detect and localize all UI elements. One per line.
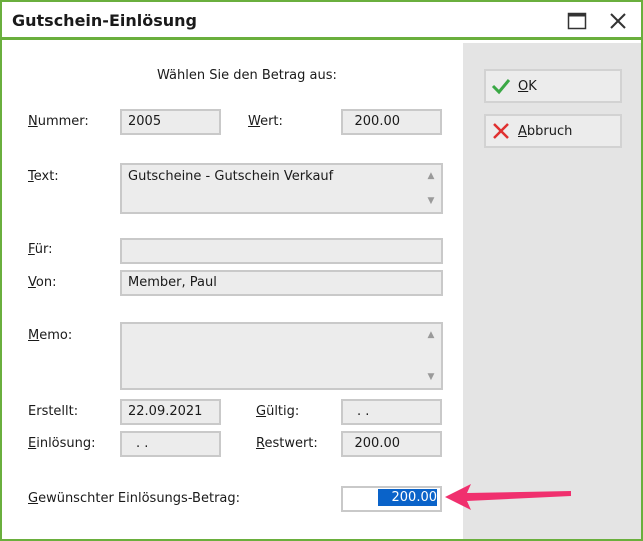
von-label-text: on:: [35, 275, 57, 290]
ok-button[interactable]: OK: [484, 69, 622, 103]
cancel-button-label: Abbruch: [518, 124, 572, 139]
nummer-field[interactable]: 2005: [120, 109, 221, 135]
text-area-scrollbar[interactable]: ▲ ▼: [423, 167, 439, 210]
cancel-x-icon: [490, 120, 512, 142]
text-label: Text:: [28, 169, 59, 184]
pointer-arrow-icon: [445, 484, 571, 510]
scroll-up-icon[interactable]: ▲: [428, 171, 435, 181]
ok-mnemonic: O: [518, 78, 529, 94]
voucher-redemption-dialog: Gutschein-Einlösung Wählen Sie den Betra…: [0, 0, 643, 541]
ok-button-label: OK: [518, 79, 537, 94]
scroll-up-icon[interactable]: ▲: [428, 330, 435, 340]
abbruch-label-rest: bbruch: [526, 123, 573, 139]
einloesung-label: Einlösung:: [28, 436, 96, 451]
gueltig-label-mnemonic: G: [256, 404, 267, 419]
fuer-label: Für:: [28, 242, 53, 257]
betrag-label-mnemonic: G: [28, 491, 39, 506]
wert-label-mnemonic: W: [248, 114, 261, 129]
abbruch-mnemonic: A: [518, 123, 527, 139]
wert-field[interactable]: 200.00: [341, 109, 442, 135]
memo-label-text: emo:: [39, 328, 73, 343]
memo-area[interactable]: ▲ ▼: [120, 322, 443, 390]
restwert-label-text: estwert:: [264, 436, 318, 451]
close-button[interactable]: [605, 9, 631, 33]
von-label: Von:: [28, 275, 56, 290]
memo-label: Memo:: [28, 328, 72, 343]
erstellt-label: Erstellt:: [28, 404, 78, 419]
restwert-field[interactable]: 200.00: [341, 431, 442, 457]
title-bar: Gutschein-Einlösung: [2, 2, 641, 40]
betrag-input[interactable]: 200.00: [341, 486, 442, 512]
nummer-label: Nummer:: [28, 114, 89, 129]
text-area[interactable]: Gutscheine - Gutschein Verkauf ▲ ▼: [120, 163, 443, 214]
maximize-button[interactable]: [564, 9, 590, 33]
restwert-label: Restwert:: [256, 436, 318, 451]
form-heading: Wählen Sie den Betrag aus:: [157, 68, 337, 83]
text-label-text: ext:: [33, 169, 59, 184]
scroll-down-icon[interactable]: ▼: [428, 196, 435, 206]
betrag-selected-value: 200.00: [377, 489, 437, 506]
gueltig-label-text: ültig:: [266, 404, 300, 419]
nummer-label-mnemonic: N: [28, 114, 38, 129]
close-icon: [610, 13, 626, 29]
erstellt-label-first: E: [28, 404, 37, 419]
gueltig-label: Gültig:: [256, 404, 299, 419]
einloesung-field[interactable]: . .: [120, 431, 221, 457]
fuer-label-text: ür:: [34, 242, 53, 257]
einloesung-label-mnemonic: E: [28, 436, 37, 451]
maximize-icon: [567, 12, 587, 30]
memo-label-mnemonic: M: [28, 328, 40, 343]
scroll-down-icon[interactable]: ▼: [428, 372, 435, 382]
memo-area-scrollbar[interactable]: ▲ ▼: [423, 326, 439, 386]
fuer-label-mnemonic: F: [28, 242, 35, 257]
von-label-mnemonic: V: [28, 275, 36, 290]
fuer-field[interactable]: [120, 238, 443, 264]
wert-label-text: ert:: [260, 114, 283, 129]
von-field[interactable]: Member, Paul: [120, 270, 443, 296]
checkmark-icon: [490, 75, 512, 97]
cancel-button[interactable]: Abbruch: [484, 114, 622, 148]
nummer-label-text: ummer:: [37, 114, 89, 129]
betrag-label-text: ewünschter Einlösungs-Betrag:: [38, 491, 241, 506]
window-title: Gutschein-Einlösung: [12, 11, 197, 30]
text-area-value: Gutscheine - Gutschein Verkauf: [128, 169, 334, 184]
erstellt-label-text: rstellt:: [36, 404, 79, 419]
einloesung-label-text: inlösung:: [36, 436, 96, 451]
betrag-label: Gewünschter Einlösungs-Betrag:: [28, 491, 240, 506]
wert-label: Wert:: [248, 114, 283, 129]
erstellt-field[interactable]: 22.09.2021: [120, 399, 221, 425]
gueltig-field[interactable]: . .: [341, 399, 442, 425]
ok-label-rest: K: [528, 78, 537, 94]
